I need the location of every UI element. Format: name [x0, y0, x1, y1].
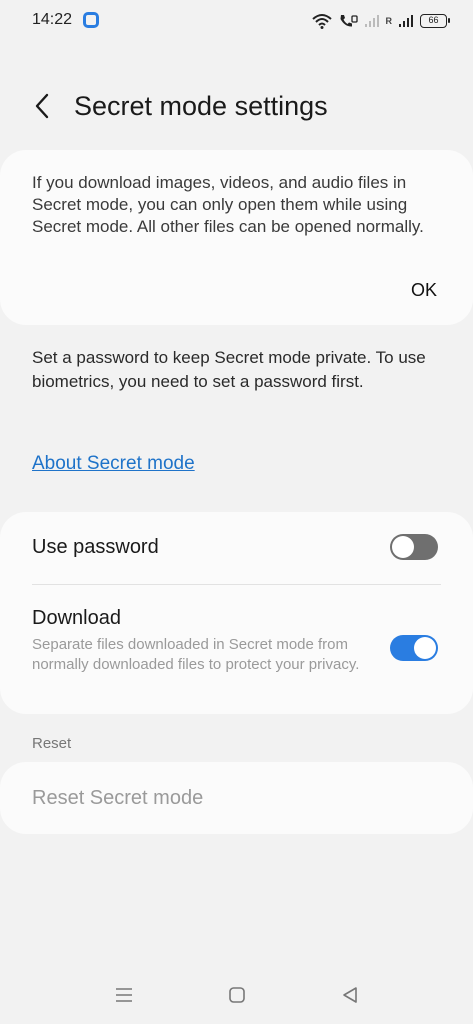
settings-card: Use password Download Separate files dow…	[0, 512, 473, 714]
status-icons: R 66	[311, 10, 450, 32]
page-title: Secret mode settings	[74, 91, 328, 121]
recent-apps-button[interactable]	[109, 982, 139, 1008]
app-notification-icon	[83, 12, 99, 28]
reset-secret-mode-item[interactable]: Reset Secret mode	[0, 762, 473, 834]
status-time: 14:22	[32, 11, 73, 28]
signal-roaming-label: R	[385, 16, 393, 26]
reset-secret-mode-label: Reset Secret mode	[32, 787, 204, 809]
wifi-icon	[311, 14, 332, 29]
volte-call-icon	[340, 15, 358, 27]
home-button[interactable]	[222, 982, 252, 1008]
back-button[interactable]	[22, 86, 62, 126]
chevron-left-icon	[35, 93, 49, 119]
ok-button[interactable]: OK	[409, 276, 439, 305]
signal-roaming-icon	[399, 15, 413, 27]
header: Secret mode settings	[0, 76, 473, 136]
back-nav-button[interactable]	[335, 982, 365, 1008]
download-row[interactable]: Download Separate files downloaded in Se…	[0, 585, 473, 714]
toggle-knob	[392, 536, 414, 558]
status-bar: 14:22 R 66	[0, 0, 473, 44]
reset-section-header: Reset	[32, 735, 72, 752]
home-icon	[229, 987, 245, 1003]
download-label: Download	[32, 607, 121, 629]
use-password-toggle[interactable]	[390, 534, 438, 560]
battery-icon: 66	[420, 14, 450, 28]
info-card: If you download images, videos, and audi…	[0, 150, 473, 325]
download-sublabel: Separate files downloaded in Secret mode…	[32, 636, 360, 673]
toggle-knob	[414, 637, 436, 659]
info-text: If you download images, videos, and audi…	[32, 173, 424, 236]
about-secret-mode-link[interactable]: About Secret mode	[32, 453, 195, 475]
menu-icon	[116, 988, 132, 1002]
use-password-row[interactable]: Use password	[0, 512, 473, 584]
back-icon	[343, 987, 357, 1003]
navigation-bar	[0, 970, 473, 1020]
signal-icon	[364, 15, 379, 27]
use-password-label: Use password	[32, 536, 159, 558]
password-description: Set a password to keep Secret mode priva…	[32, 348, 426, 391]
download-toggle[interactable]	[390, 635, 438, 661]
